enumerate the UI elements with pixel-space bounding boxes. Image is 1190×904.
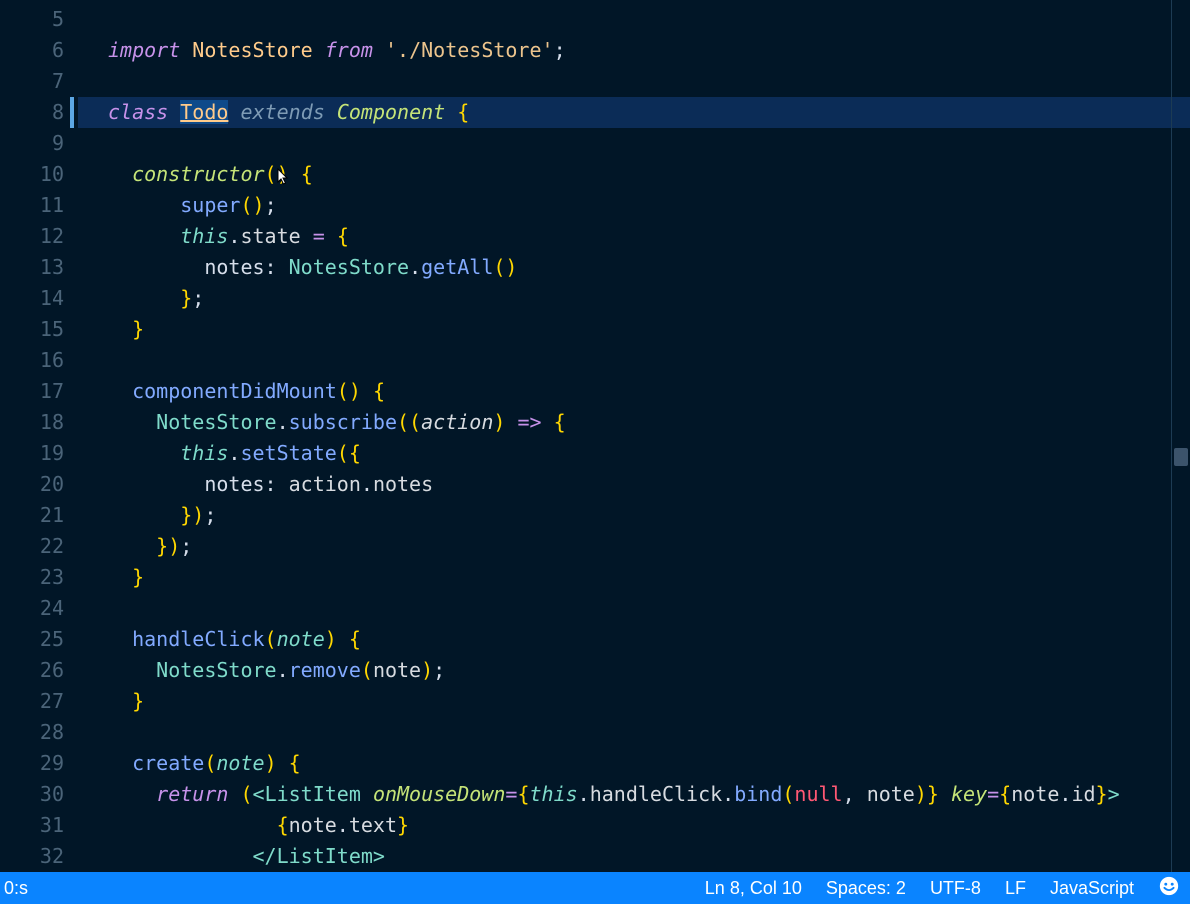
status-eol[interactable]: LF bbox=[1005, 878, 1026, 899]
line-number[interactable]: 28 bbox=[0, 717, 78, 748]
code-line[interactable]: create(note) { bbox=[78, 748, 1190, 779]
code-line[interactable]: </ListItem> bbox=[78, 841, 1190, 872]
code-line[interactable]: constructor() { bbox=[78, 159, 1190, 190]
line-number[interactable]: 29 bbox=[0, 748, 78, 779]
code-line[interactable]: } bbox=[78, 686, 1190, 717]
line-number[interactable]: 25 bbox=[0, 624, 78, 655]
code-line[interactable]: notes: action.notes bbox=[78, 469, 1190, 500]
status-left-item[interactable]: 0:s bbox=[4, 878, 28, 899]
editor-root: 5678910111213141516171819202122232425262… bbox=[0, 0, 1190, 904]
line-number[interactable]: 11 bbox=[0, 190, 78, 221]
line-number[interactable]: 8 bbox=[0, 97, 78, 128]
code-line[interactable] bbox=[78, 593, 1190, 624]
line-number[interactable]: 21 bbox=[0, 500, 78, 531]
line-number[interactable]: 30 bbox=[0, 779, 78, 810]
code-line[interactable]: class Todo extends Component { bbox=[78, 97, 1190, 128]
code-line[interactable]: handleClick(note) { bbox=[78, 624, 1190, 655]
line-number[interactable]: 26 bbox=[0, 655, 78, 686]
code-area[interactable]: 5678910111213141516171819202122232425262… bbox=[0, 0, 1190, 872]
feedback-smile-icon[interactable] bbox=[1158, 875, 1180, 902]
line-number[interactable]: 24 bbox=[0, 593, 78, 624]
line-number[interactable]: 22 bbox=[0, 531, 78, 562]
line-number[interactable]: 13 bbox=[0, 252, 78, 283]
code-line[interactable]: componentDidMount() { bbox=[78, 376, 1190, 407]
line-number[interactable]: 7 bbox=[0, 66, 78, 97]
line-number[interactable]: 12 bbox=[0, 221, 78, 252]
line-number[interactable]: 16 bbox=[0, 345, 78, 376]
status-language[interactable]: JavaScript bbox=[1050, 878, 1134, 899]
line-number[interactable]: 27 bbox=[0, 686, 78, 717]
line-number[interactable]: 17 bbox=[0, 376, 78, 407]
line-number-gutter[interactable]: 5678910111213141516171819202122232425262… bbox=[0, 0, 78, 872]
code-line[interactable] bbox=[78, 128, 1190, 159]
code-line[interactable] bbox=[78, 345, 1190, 376]
code-line[interactable]: this.setState({ bbox=[78, 438, 1190, 469]
code-line[interactable]: }); bbox=[78, 531, 1190, 562]
line-number[interactable]: 9 bbox=[0, 128, 78, 159]
code-line[interactable]: return (<ListItem onMouseDown={this.hand… bbox=[78, 779, 1190, 810]
line-number[interactable]: 23 bbox=[0, 562, 78, 593]
code-line[interactable]: }; bbox=[78, 283, 1190, 314]
line-number[interactable]: 20 bbox=[0, 469, 78, 500]
code-line[interactable] bbox=[78, 66, 1190, 97]
code-line[interactable]: NotesStore.subscribe((action) => { bbox=[78, 407, 1190, 438]
code-line[interactable]: NotesStore.remove(note); bbox=[78, 655, 1190, 686]
code-content[interactable]: import NotesStore from './NotesStore'; cl… bbox=[78, 0, 1190, 872]
line-number[interactable]: 6 bbox=[0, 35, 78, 66]
code-line[interactable]: notes: NotesStore.getAll() bbox=[78, 252, 1190, 283]
line-number[interactable]: 10 bbox=[0, 159, 78, 190]
line-number[interactable]: 14 bbox=[0, 283, 78, 314]
code-line[interactable]: }); bbox=[78, 500, 1190, 531]
code-line[interactable] bbox=[78, 717, 1190, 748]
status-bar: 0:s Ln 8, Col 10 Spaces: 2 UTF-8 LF Java… bbox=[0, 872, 1190, 904]
line-number[interactable]: 32 bbox=[0, 841, 78, 872]
code-line[interactable]: this.state = { bbox=[78, 221, 1190, 252]
minimap-slider[interactable] bbox=[1174, 448, 1188, 466]
code-line[interactable]: {note.text} bbox=[78, 810, 1190, 841]
status-indent[interactable]: Spaces: 2 bbox=[826, 878, 906, 899]
code-line[interactable] bbox=[78, 4, 1190, 35]
line-number[interactable]: 5 bbox=[0, 4, 78, 35]
line-number[interactable]: 18 bbox=[0, 407, 78, 438]
line-number[interactable]: 19 bbox=[0, 438, 78, 469]
code-line[interactable]: import NotesStore from './NotesStore'; bbox=[78, 35, 1190, 66]
code-line[interactable]: super(); bbox=[78, 190, 1190, 221]
vertical-ruler bbox=[1171, 0, 1172, 872]
line-number[interactable]: 15 bbox=[0, 314, 78, 345]
line-number[interactable]: 31 bbox=[0, 810, 78, 841]
code-line[interactable]: } bbox=[78, 314, 1190, 345]
code-line[interactable]: } bbox=[78, 562, 1190, 593]
status-line-col[interactable]: Ln 8, Col 10 bbox=[705, 878, 802, 899]
status-encoding[interactable]: UTF-8 bbox=[930, 878, 981, 899]
